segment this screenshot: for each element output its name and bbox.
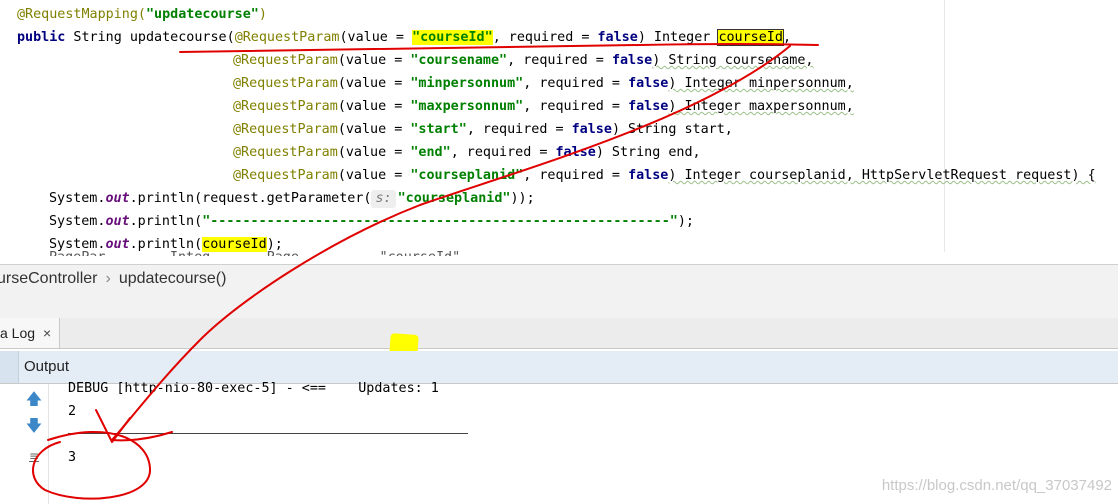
code-line-10: System.out.println("--------------------… (49, 214, 694, 229)
watermark: https://blog.csdn.net/qq_37037492 (881, 477, 1112, 494)
code-line-3: @RequestParam(value = "coursename", requ… (233, 53, 814, 68)
console-line: 2 (68, 404, 77, 419)
arrow-up-icon[interactable]: 🡅 (24, 389, 44, 409)
highlighted-courseId-param: courseId (717, 29, 784, 46)
parameter-hint: s: (371, 190, 396, 208)
code-line-8: @RequestParam(value = "courseplanid", re… (233, 168, 1096, 183)
code-line-4: @RequestParam(value = "minpersonnum", re… (233, 76, 854, 91)
arrow-down-icon[interactable]: 🡇 (24, 416, 44, 436)
breadcrumb-item-controller[interactable]: urseController (0, 265, 97, 293)
right-margin-guide (944, 0, 945, 252)
code-line-6: @RequestParam(value = "start", required … (233, 122, 733, 137)
console-separator-line (68, 433, 468, 434)
console-line: 3 (68, 450, 77, 465)
console-toolstrip: 🡅 🡇 ≡ (18, 384, 49, 504)
code-line-9: System.out.println(request.getParameter(… (49, 190, 535, 208)
partially-hidden-code-line: PagePar Integ Page "courseId" (49, 250, 460, 256)
highlighted-courseId-string: "courseId" (412, 30, 493, 45)
chevron-right-icon: › (105, 270, 111, 287)
code-line-5: @RequestParam(value = "maxpersonnum", re… (233, 99, 854, 114)
code-line-7: @RequestParam(value = "end", required = … (233, 145, 701, 160)
console-line: DEBUG [http-nio-80-exec-5] - <== Updates… (68, 381, 439, 396)
output-header-gutter (0, 351, 19, 383)
breadcrumb-item-method[interactable]: updatecourse() (119, 265, 227, 293)
soft-wrap-icon[interactable]: ≡ (24, 446, 44, 466)
tab-log[interactable]: a Log × (0, 318, 61, 348)
tool-window-tabs: a Log × (0, 318, 1118, 349)
tab-log-label: a Log (0, 325, 36, 341)
code-line-2: public String updatecourse(@RequestParam… (17, 29, 791, 46)
code-editor[interactable]: @RequestMapping("updatecourse") public S… (0, 0, 1118, 252)
output-title: Output (24, 358, 70, 375)
code-line-1: @RequestMapping("updatecourse") (17, 7, 267, 22)
close-icon[interactable]: × (43, 325, 51, 341)
breadcrumb: urseController › updatecourse() (0, 264, 1118, 293)
tool-window-spacer (0, 292, 1118, 319)
